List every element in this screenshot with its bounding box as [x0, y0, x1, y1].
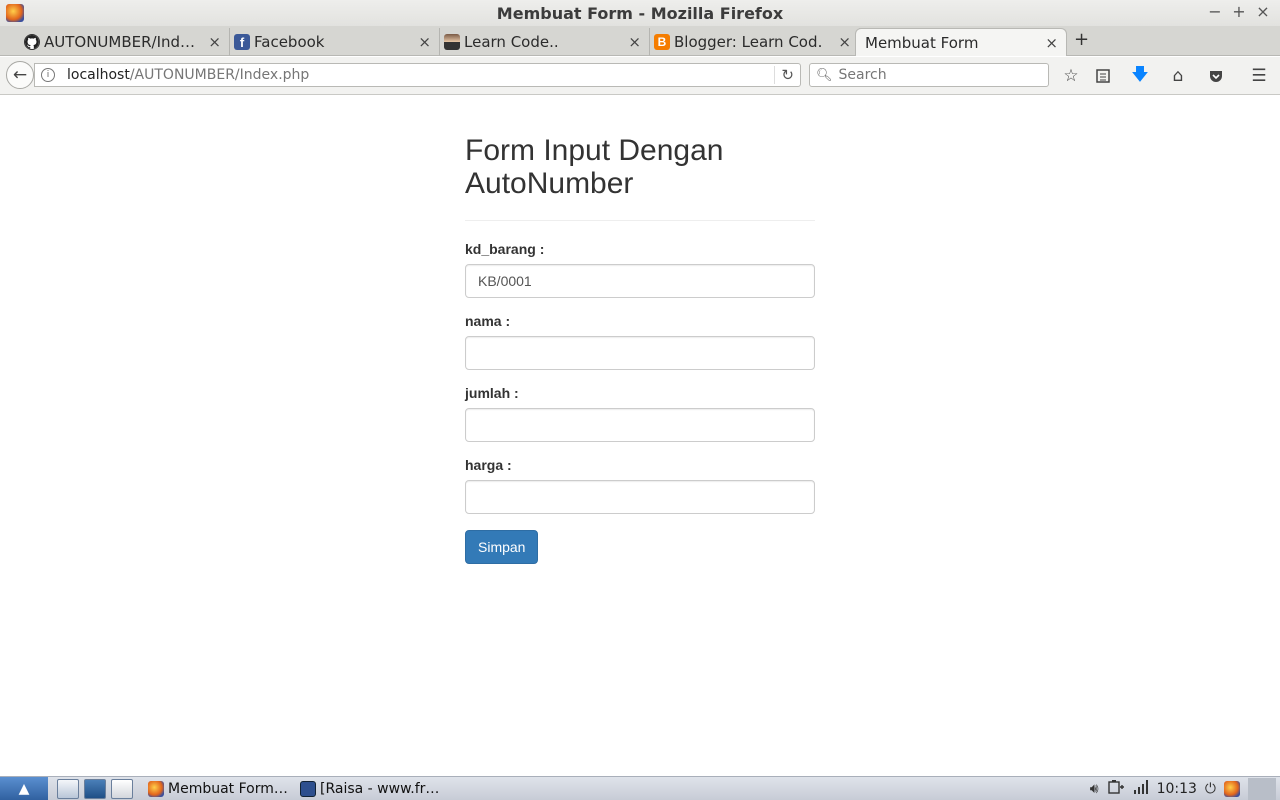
- battery-icon[interactable]: [1107, 779, 1125, 799]
- nama-input[interactable]: [465, 336, 815, 370]
- tab-blogger[interactable]: B Blogger: Learn Cod… ×: [650, 28, 860, 56]
- minimize-button[interactable]: −: [1208, 2, 1222, 21]
- facebook-icon: f: [234, 34, 250, 50]
- form-group-nama: nama :: [465, 313, 815, 370]
- start-menu-button[interactable]: ▲: [0, 777, 48, 800]
- clock[interactable]: 10:13: [1157, 781, 1197, 797]
- tab-close-icon[interactable]: ×: [838, 33, 851, 51]
- page-content: Form Input Dengan AutoNumber kd_barang :…: [0, 96, 1280, 776]
- system-tray: 🔊︎ 10:13 ⏻: [1090, 777, 1280, 800]
- download-icon[interactable]: 🡇: [1129, 65, 1151, 87]
- form-group-kd-barang: kd_barang :: [465, 241, 815, 298]
- file-manager-icon[interactable]: [57, 779, 79, 799]
- form-container: Form Input Dengan AutoNumber kd_barang :…: [465, 134, 815, 564]
- arrow-left-icon: ←: [12, 65, 28, 85]
- page-title: Form Input Dengan AutoNumber: [465, 134, 815, 221]
- task-firefox[interactable]: Membuat Form…: [148, 777, 288, 800]
- back-button[interactable]: ←: [6, 61, 34, 89]
- task-label: [Raisa - www.fr…: [320, 781, 440, 797]
- harga-input[interactable]: [465, 480, 815, 514]
- window-titlebar: Membuat Form - Mozilla Firefox − + ×: [0, 0, 1280, 26]
- info-icon[interactable]: i: [41, 68, 55, 82]
- firefox-icon: [6, 4, 24, 22]
- form-group-jumlah: jumlah :: [465, 385, 815, 442]
- pocket-icon[interactable]: [1205, 65, 1227, 87]
- kd-barang-label: kd_barang :: [465, 241, 545, 257]
- blogger-icon: B: [654, 34, 670, 50]
- firefox-tray-icon[interactable]: [1224, 781, 1240, 797]
- tab-close-icon[interactable]: ×: [1045, 34, 1058, 52]
- kd-barang-input[interactable]: [465, 264, 815, 298]
- navigation-bar: i localhost/AUTONUMBER/Index.php ↻ ← 🔍︎ …: [0, 57, 1280, 95]
- url-host: localhost: [67, 67, 130, 83]
- tab-label: AUTONUMBER/Ind…: [44, 33, 194, 51]
- tab-autonumber[interactable]: AUTONUMBER/Ind… ×: [20, 28, 230, 56]
- network-icon[interactable]: [84, 779, 106, 799]
- tab-strip: AUTONUMBER/Ind… × f Facebook × Learn Cod…: [0, 26, 1280, 56]
- reload-icon[interactable]: ↻: [774, 66, 794, 84]
- tab-close-icon[interactable]: ×: [208, 33, 221, 51]
- tab-learn-code[interactable]: Learn Code.. ×: [440, 28, 650, 56]
- url-text: localhost/AUTONUMBER/Index.php: [67, 67, 309, 83]
- media-player-icon: [300, 781, 316, 797]
- url-path: /AUTONUMBER/Index.php: [129, 67, 310, 83]
- desktop-corner[interactable]: [1248, 778, 1276, 800]
- tab-membuat-form[interactable]: Membuat Form ×: [855, 28, 1067, 56]
- simpan-button[interactable]: Simpan: [465, 530, 539, 564]
- tab-close-icon[interactable]: ×: [628, 33, 641, 51]
- jumlah-label: jumlah :: [465, 385, 519, 401]
- nama-label: nama :: [465, 313, 511, 329]
- home-icon[interactable]: ⌂: [1167, 65, 1189, 87]
- avatar-icon: [444, 34, 460, 50]
- new-tab-button[interactable]: +: [1074, 29, 1089, 50]
- search-icon: 🔍︎: [816, 67, 833, 83]
- tab-label: Blogger: Learn Cod…: [674, 33, 824, 51]
- form-group-harga: harga :: [465, 457, 815, 514]
- task-media-player[interactable]: [Raisa - www.fr…: [300, 777, 439, 800]
- show-desktop-icon[interactable]: [111, 779, 133, 799]
- start-menu-icon: ▲: [18, 781, 30, 797]
- signal-icon[interactable]: [1133, 779, 1149, 799]
- tab-label: Learn Code..: [464, 33, 559, 51]
- search-input[interactable]: [838, 67, 1039, 83]
- reading-list-icon[interactable]: [1092, 65, 1114, 87]
- window-title: Membuat Form - Mozilla Firefox: [496, 3, 784, 23]
- harga-label: harga :: [465, 457, 512, 473]
- jumlah-input[interactable]: [465, 408, 815, 442]
- tab-close-icon[interactable]: ×: [418, 33, 431, 51]
- github-icon: [24, 34, 40, 50]
- bookmark-star-icon[interactable]: ☆: [1060, 65, 1082, 87]
- tab-label: Membuat Form: [865, 33, 979, 52]
- power-icon[interactable]: ⏻: [1205, 781, 1216, 797]
- window-controls: − + ×: [1208, 2, 1270, 21]
- menu-icon[interactable]: ☰: [1248, 65, 1270, 87]
- close-window-button[interactable]: ×: [1256, 2, 1270, 21]
- task-label: Membuat Form…: [168, 781, 288, 797]
- url-bar[interactable]: i localhost/AUTONUMBER/Index.php ↻: [34, 63, 801, 87]
- volume-icon[interactable]: 🔊︎: [1090, 781, 1099, 797]
- search-bar[interactable]: 🔍︎: [809, 63, 1049, 87]
- taskbar: ▲ Membuat Form… [Raisa - www.fr… 🔊︎ 10:1…: [0, 776, 1280, 800]
- tab-label: Facebook: [254, 33, 325, 51]
- maximize-button[interactable]: +: [1232, 2, 1246, 21]
- firefox-icon: [148, 781, 164, 797]
- tab-facebook[interactable]: f Facebook ×: [230, 28, 440, 56]
